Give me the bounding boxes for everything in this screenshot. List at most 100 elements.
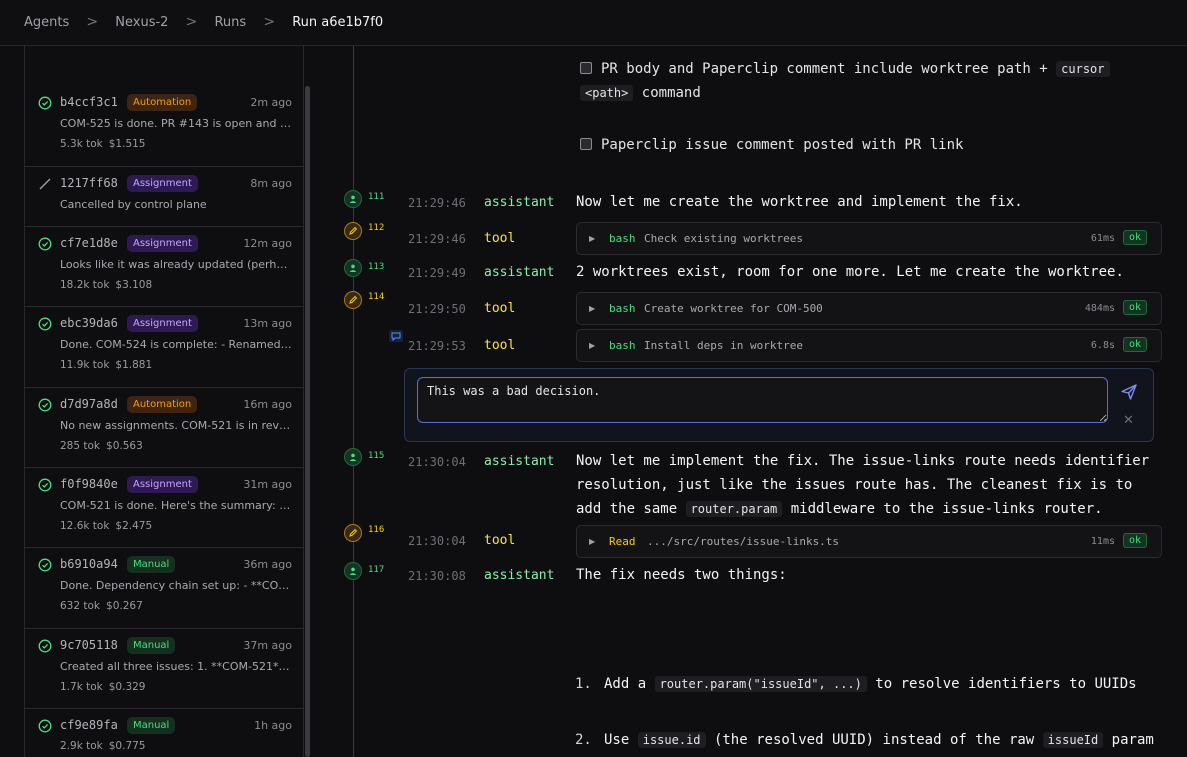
tool-call-row[interactable]: ▶ bash Create worktree for COM-500 484ms… — [576, 292, 1162, 325]
run-tokens: 11.9k tok — [60, 359, 110, 371]
tool-name: bash — [609, 232, 636, 245]
assistant-node-icon — [344, 562, 362, 580]
run-time: 1h ago — [254, 719, 292, 732]
breadcrumb-separator: > — [86, 14, 99, 30]
run-cost: $0.563 — [106, 440, 143, 452]
tool-status-badge: ok — [1122, 300, 1147, 315]
run-time: 2m ago — [250, 96, 292, 109]
close-icon[interactable]: ✕ — [1123, 414, 1135, 427]
run-type-badge: Assignment — [127, 235, 198, 252]
run-list-item[interactable]: cf9e89fa Manual 1h ago 2.9k tok $0.775 — [25, 709, 303, 757]
run-cost: $0.329 — [108, 681, 146, 693]
run-list-item[interactable]: b6910a94 Manual 36m ago Done. Dependency… — [25, 548, 303, 629]
breadcrumb-separator: > — [185, 14, 198, 30]
run-time: 31m ago — [243, 478, 292, 491]
run-tokens: 632 tok — [60, 600, 101, 612]
checklist-item: Paperclip issue comment posted with PR l… — [580, 137, 963, 153]
checklist-text: command — [633, 85, 701, 101]
run-list-item[interactable]: cf7e1d8e Assignment 12m ago Looks like i… — [25, 227, 303, 307]
run-list-item[interactable]: ebc39da6 Assignment 13m ago Done. COM-52… — [25, 307, 303, 388]
check-circle-icon — [38, 398, 52, 412]
expand-caret-icon[interactable]: ▶ — [589, 537, 595, 546]
run-type-badge: Assignment — [127, 175, 198, 192]
run-time: 16m ago — [243, 398, 292, 411]
expand-caret-icon[interactable]: ▶ — [589, 341, 595, 350]
expand-caret-icon[interactable]: ▶ — [589, 304, 595, 313]
comment-input[interactable] — [417, 377, 1108, 423]
run-stats: 2.9k tok $0.775 — [60, 740, 146, 752]
run-id: f0f9840e — [60, 477, 118, 491]
tool-status-badge: ok — [1122, 230, 1147, 245]
run-list-item[interactable]: f0f9840e Assignment 31m ago COM-521 is d… — [25, 468, 303, 548]
assistant-message: 2 worktrees exist, room for one more. Le… — [576, 264, 1124, 280]
breadcrumb-agent[interactable]: Nexus-2 — [115, 15, 168, 30]
run-tokens: 285 tok — [60, 440, 101, 452]
run-list-item[interactable]: d7d97a8d Automation 16m ago No new assig… — [25, 388, 303, 468]
checklist-item: PR body and Paperclip comment include wo… — [580, 57, 1140, 105]
breadcrumb-runs[interactable]: Runs — [214, 15, 246, 30]
run-cost: $3.108 — [115, 279, 153, 291]
runs-sidebar: b4ccf3c1 Automation 2m ago COM-525 is do… — [24, 46, 304, 757]
tool-duration: 61ms — [1090, 233, 1115, 244]
run-list-item[interactable]: 1217ff68 Assignment 8m ago Cancelled by … — [25, 167, 303, 227]
checkbox[interactable] — [580, 62, 592, 74]
send-icon[interactable] — [1120, 383, 1138, 401]
run-id: b4ccf3c1 — [60, 95, 118, 109]
check-circle-icon — [38, 96, 52, 110]
checkbox[interactable] — [580, 138, 592, 150]
run-stats: 5.3k tok $1.515 — [60, 138, 146, 150]
event-seq: 114 — [368, 292, 385, 302]
checklist-text: Paperclip issue comment posted with PR l… — [601, 137, 964, 153]
run-list-item[interactable]: 9c705118 Manual 37m ago Created all thre… — [25, 629, 303, 709]
run-type-badge: Manual — [127, 717, 176, 734]
check-circle-icon — [38, 639, 52, 653]
run-tokens: 2.9k tok — [60, 740, 103, 752]
list-text: param — [1103, 732, 1154, 748]
run-cost: $1.881 — [115, 359, 153, 371]
comment-icon[interactable] — [389, 330, 403, 342]
check-circle-icon — [38, 478, 52, 492]
breadcrumb-agents[interactable]: Agents — [24, 15, 69, 30]
inline-code: router.param — [685, 501, 783, 517]
top-bar: Agents > Nexus-2 > Runs > Run a6e1b7f0 — [0, 0, 1187, 46]
assistant-node-icon — [344, 190, 362, 208]
tool-call-row[interactable]: ▶ Read .../src/routes/issue-links.ts 11m… — [576, 525, 1162, 558]
run-id: cf9e89fa — [60, 718, 118, 732]
run-type-badge: Manual — [127, 637, 176, 654]
tool-call-row[interactable]: ▶ bash Check existing worktrees 61ms ok — [576, 222, 1162, 255]
inline-code: issue.id — [637, 732, 706, 748]
run-stats: 12.6k tok $2.475 — [60, 520, 152, 532]
tool-description: .../src/routes/issue-links.ts — [647, 535, 840, 548]
tool-description: Install deps in worktree — [644, 339, 803, 352]
inline-code: <path> — [580, 85, 634, 101]
list-item: Use issue.id (the resolved UUID) instead… — [604, 732, 1154, 748]
check-circle-icon — [38, 317, 52, 331]
event-role: assistant — [484, 454, 555, 469]
run-id: d7d97a8d — [60, 397, 118, 411]
run-summary: Cancelled by control plane — [60, 198, 207, 211]
event-role: assistant — [484, 265, 555, 280]
event-role: tool — [484, 301, 516, 316]
run-tokens: 12.6k tok — [60, 520, 110, 532]
run-list-item[interactable]: b4ccf3c1 Automation 2m ago COM-525 is do… — [25, 86, 303, 167]
event-time: 21:29:49 — [408, 266, 466, 280]
run-id: 1217ff68 — [60, 176, 118, 190]
list-text: Use — [604, 732, 638, 748]
expand-caret-icon[interactable]: ▶ — [589, 234, 595, 243]
tool-name: bash — [609, 339, 636, 352]
sidebar-scrollbar[interactable] — [305, 86, 310, 757]
event-time: 21:29:46 — [408, 196, 466, 210]
run-id: cf7e1d8e — [60, 236, 118, 250]
cancelled-slash-icon — [39, 178, 51, 190]
list-text: (the resolved UUID) instead of the raw — [705, 732, 1043, 748]
tool-node-icon — [344, 291, 362, 309]
tool-duration: 484ms — [1084, 303, 1115, 314]
run-type-badge: Assignment — [127, 476, 198, 493]
tool-duration: 11ms — [1090, 536, 1115, 547]
run-type-badge: Manual — [127, 556, 176, 573]
event-time: 21:30:08 — [408, 569, 466, 583]
tool-node-icon — [344, 524, 362, 542]
tool-call-row[interactable]: ▶ bash Install deps in worktree 6.8s ok — [576, 329, 1162, 362]
tool-description: Check existing worktrees — [644, 232, 803, 245]
event-role: assistant — [484, 195, 555, 210]
